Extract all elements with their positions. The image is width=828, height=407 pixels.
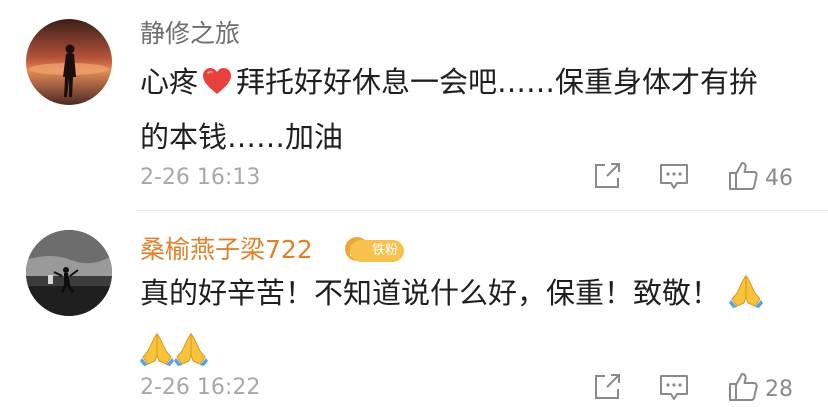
fan-badge: 铁粉 [344, 237, 405, 264]
username[interactable]: 桑榆燕子梁722 [140, 234, 313, 266]
thumbs-up-icon [727, 160, 759, 196]
reply-button[interactable] [658, 374, 690, 404]
thumbs-up-icon [727, 371, 759, 407]
timestamp: 2-26 16:13 [140, 165, 261, 190]
avatar[interactable] [26, 230, 112, 316]
comment-text: 心疼 拜托好好休息一会吧……保重身体才有拚 的本钱……加油 [140, 56, 810, 163]
comment-item: 桑榆燕子梁722 铁粉 真的好辛苦！不知道说什么好，保重！致敬！ 2-26 16… [0, 211, 828, 406]
like-button[interactable]: 28 [727, 371, 793, 407]
avatar-image [26, 230, 112, 316]
comment-icon [658, 372, 690, 406]
comment-text-part: 心疼 [140, 65, 199, 99]
share-icon [592, 161, 622, 195]
share-button[interactable] [592, 374, 622, 404]
share-button[interactable] [592, 163, 622, 193]
comment-text-line: 的本钱……加油 [140, 120, 344, 154]
badge-label: 铁粉 [350, 240, 405, 262]
share-icon [592, 372, 622, 406]
comment-icon [658, 161, 690, 195]
comment-text: 真的好辛苦！不知道说什么好，保重！致敬！ [140, 267, 810, 383]
like-button[interactable]: 46 [727, 160, 793, 196]
timestamp: 2-26 16:22 [140, 375, 261, 400]
comment-text-part: 拜托好好休息一会吧……保重身体才有拚 [236, 65, 759, 99]
like-count: 46 [765, 165, 793, 191]
comment-text-part: 真的好辛苦！不知道说什么好，保重！致敬！ [140, 276, 721, 310]
folded-hands-icon [729, 273, 764, 325]
red-heart-icon [202, 59, 232, 111]
like-count: 28 [765, 376, 793, 402]
username[interactable]: 静修之旅 [140, 18, 240, 50]
reply-button[interactable] [658, 163, 690, 193]
avatar[interactable] [26, 19, 112, 105]
comment-item: 静修之旅 心疼 拜托好好休息一会吧……保重身体才有拚 的本钱……加油 2-26 1… [0, 0, 828, 210]
avatar-image [26, 19, 112, 105]
